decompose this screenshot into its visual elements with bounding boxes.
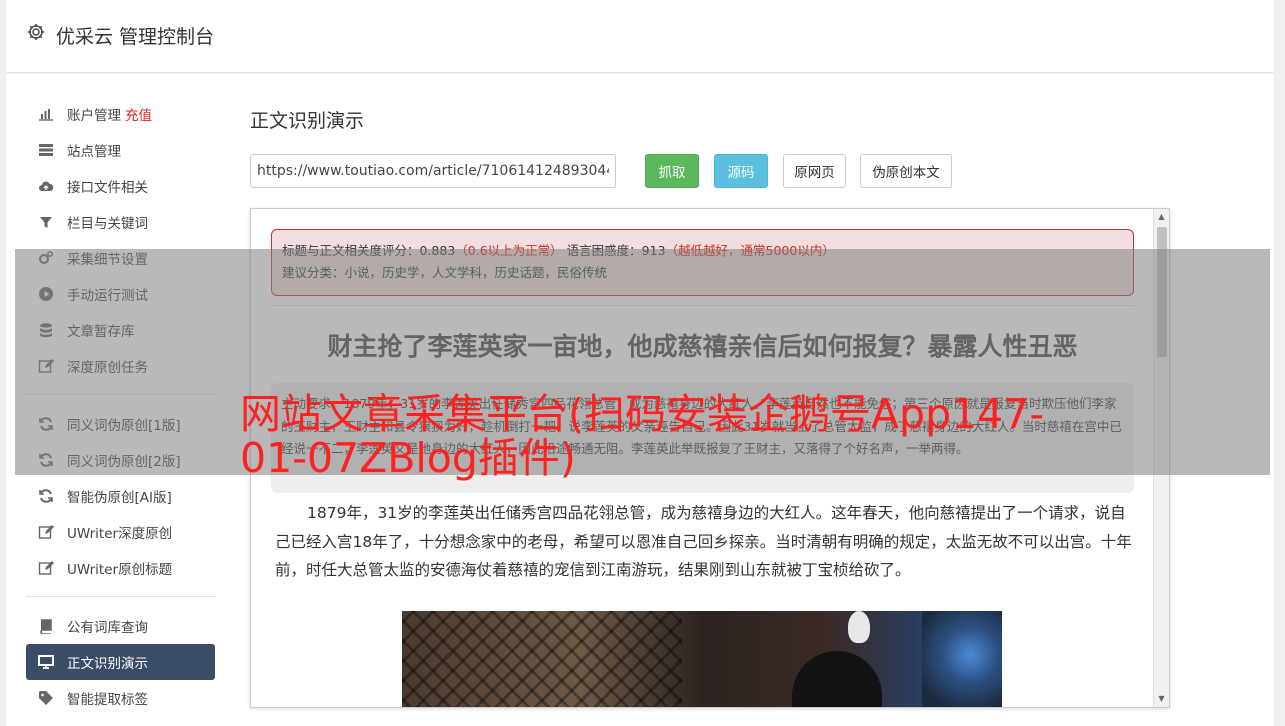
top-bar: 优采云 管理控制台 <box>6 0 1274 73</box>
sidebar: 账户管理 充值 站点管理 接口文件相关 栏目与关键词 采集细节设置 手动运行测试… <box>26 96 216 716</box>
result-preview[interactable]: 标题与正文相关度评分：0.883（0.6以上为正常） 语言困惑度：913（越低越… <box>250 208 1170 708</box>
scroll-down-icon[interactable]: ▼ <box>1154 691 1169 707</box>
content-area: 正文识别演示 抓取 源码 原网页 伪原创本文 标题与正文相关度评分：0.883（… <box>250 74 1230 726</box>
article-summary: 主动要求，1879年，31岁的李莲英出任储秀宫四品花翎总管，成为慈禧身边的大红人… <box>271 383 1134 493</box>
edit-icon <box>38 358 54 374</box>
tag-icon <box>38 690 54 706</box>
scroll-up-icon[interactable]: ▲ <box>1154 209 1169 225</box>
grab-button[interactable]: 抓取 <box>645 154 699 188</box>
sidebar-item-label: 栏目与关键词 <box>67 216 148 232</box>
perplexity-score: 语言困惑度：913 <box>566 243 666 258</box>
peacock-feather <box>922 611 1002 707</box>
official-hat <box>792 651 882 707</box>
monitor-icon <box>38 654 54 670</box>
sidebar-item-manual-run[interactable]: 手动运行测试 <box>26 276 215 312</box>
url-input[interactable] <box>250 154 616 188</box>
rewrite-article-button[interactable]: 伪原创本文 <box>860 154 952 188</box>
analysis-alert: 标题与正文相关度评分：0.883（0.6以上为正常） 语言困惑度：913（越低越… <box>271 229 1134 296</box>
sidebar-item-label: 手动运行测试 <box>67 288 148 304</box>
play-circle-icon <box>38 286 54 302</box>
edit-icon <box>38 560 54 576</box>
relevance-score: 标题与正文相关度评分：0.883 <box>282 243 456 258</box>
relevance-note: （0.6以上为正常） <box>455 243 563 258</box>
sidebar-item-label: 站点管理 <box>67 144 121 160</box>
lattice-window-pattern <box>402 611 682 707</box>
database-icon <box>38 322 54 338</box>
sidebar-item-label: UWriter深度原创 <box>67 526 173 542</box>
scroll-thumb[interactable] <box>1157 227 1167 357</box>
hat-jewel <box>848 611 870 643</box>
sidebar-item-label: 接口文件相关 <box>67 180 148 196</box>
sidebar-item-article-storage[interactable]: 文章暂存库 <box>26 312 215 348</box>
sidebar-item-sites[interactable]: 站点管理 <box>26 132 215 168</box>
recharge-link[interactable]: 充值 <box>125 104 152 124</box>
preview-scrollbar[interactable]: ▲ ▼ <box>1153 209 1169 707</box>
cloud-upload-icon <box>38 178 54 194</box>
sidebar-divider <box>26 394 216 395</box>
result-separator <box>271 305 1134 306</box>
sidebar-item-columns-keywords[interactable]: 栏目与关键词 <box>26 204 215 240</box>
sidebar-item-public-lexicon[interactable]: 公有词库查询 <box>26 608 215 644</box>
sidebar-item-label: 同义词伪原创[2版] <box>67 454 181 470</box>
filter-icon <box>38 214 54 230</box>
cogs-icon <box>38 250 54 266</box>
sidebar-item-label: 账户管理 <box>67 108 121 124</box>
refresh-icon <box>38 416 54 432</box>
sidebar-item-extract-tags[interactable]: 智能提取标签 <box>26 680 215 716</box>
page-title: 正文识别演示 <box>250 110 365 132</box>
gear-icon <box>26 22 46 42</box>
perplexity-note: （越低越好，通常5000以内） <box>665 243 835 258</box>
app-title: 优采云 管理控制台 <box>56 26 215 48</box>
book-icon <box>38 618 54 634</box>
sidebar-item-uwriter-title[interactable]: UWriter原创标题 <box>26 550 215 586</box>
sidebar-item-label: UWriter原创标题 <box>67 562 173 578</box>
sidebar-item-label: 文章暂存库 <box>67 324 135 340</box>
original-page-button[interactable]: 原网页 <box>783 154 846 188</box>
main-panel: 账户管理 充值 站点管理 接口文件相关 栏目与关键词 采集细节设置 手动运行测试… <box>6 74 1274 726</box>
sidebar-item-label: 同义词伪原创[1版] <box>67 418 181 434</box>
sidebar-item-collect-settings[interactable]: 采集细节设置 <box>26 240 215 276</box>
sidebar-item-synonym-v1[interactable]: 同义词伪原创[1版] <box>26 406 215 442</box>
suggested-categories: 建议分类：小说，历史学，人文学科，历史话题，民俗传统 <box>282 265 608 280</box>
source-button[interactable]: 源码 <box>714 154 768 188</box>
article-paragraph: 1879年，31岁的李莲英出任储秀宫四品花翎总管，成为慈禧身边的大红人。这年春天… <box>275 504 1132 579</box>
sidebar-item-label: 深度原创任务 <box>67 360 148 376</box>
article-image <box>402 611 1002 707</box>
server-icon <box>38 142 54 158</box>
sidebar-item-synonym-v2[interactable]: 同义词伪原创[2版] <box>26 442 215 478</box>
sidebar-item-ai-rewrite[interactable]: 智能伪原创[AI版] <box>26 478 215 514</box>
sidebar-item-interface-files[interactable]: 接口文件相关 <box>26 168 215 204</box>
refresh-icon <box>38 452 54 468</box>
sidebar-item-label: 智能伪原创[AI版] <box>67 490 172 506</box>
sidebar-item-label: 正文识别演示 <box>67 656 148 672</box>
score-line: 标题与正文相关度评分：0.883（0.6以上为正常） 语言困惑度：913（越低越… <box>282 240 1123 262</box>
sidebar-item-label: 公有词库查询 <box>67 620 148 636</box>
sidebar-item-label: 智能提取标签 <box>67 692 148 708</box>
edit-icon <box>38 524 54 540</box>
bar-chart-icon <box>38 106 54 122</box>
sidebar-divider <box>26 596 216 597</box>
sidebar-item-body-recognition[interactable]: 正文识别演示 <box>26 644 215 680</box>
article-title: 财主抢了李莲英家一亩地，他成慈禧亲信后如何报复？暴露人性丑恶 <box>327 332 1078 361</box>
sidebar-item-account[interactable]: 账户管理 充值 <box>26 96 215 132</box>
sidebar-item-label: 采集细节设置 <box>67 252 148 268</box>
refresh-icon <box>38 488 54 504</box>
sidebar-item-uwriter-deep[interactable]: UWriter深度原创 <box>26 514 215 550</box>
sidebar-item-deep-original[interactable]: 深度原创任务 <box>26 348 215 384</box>
